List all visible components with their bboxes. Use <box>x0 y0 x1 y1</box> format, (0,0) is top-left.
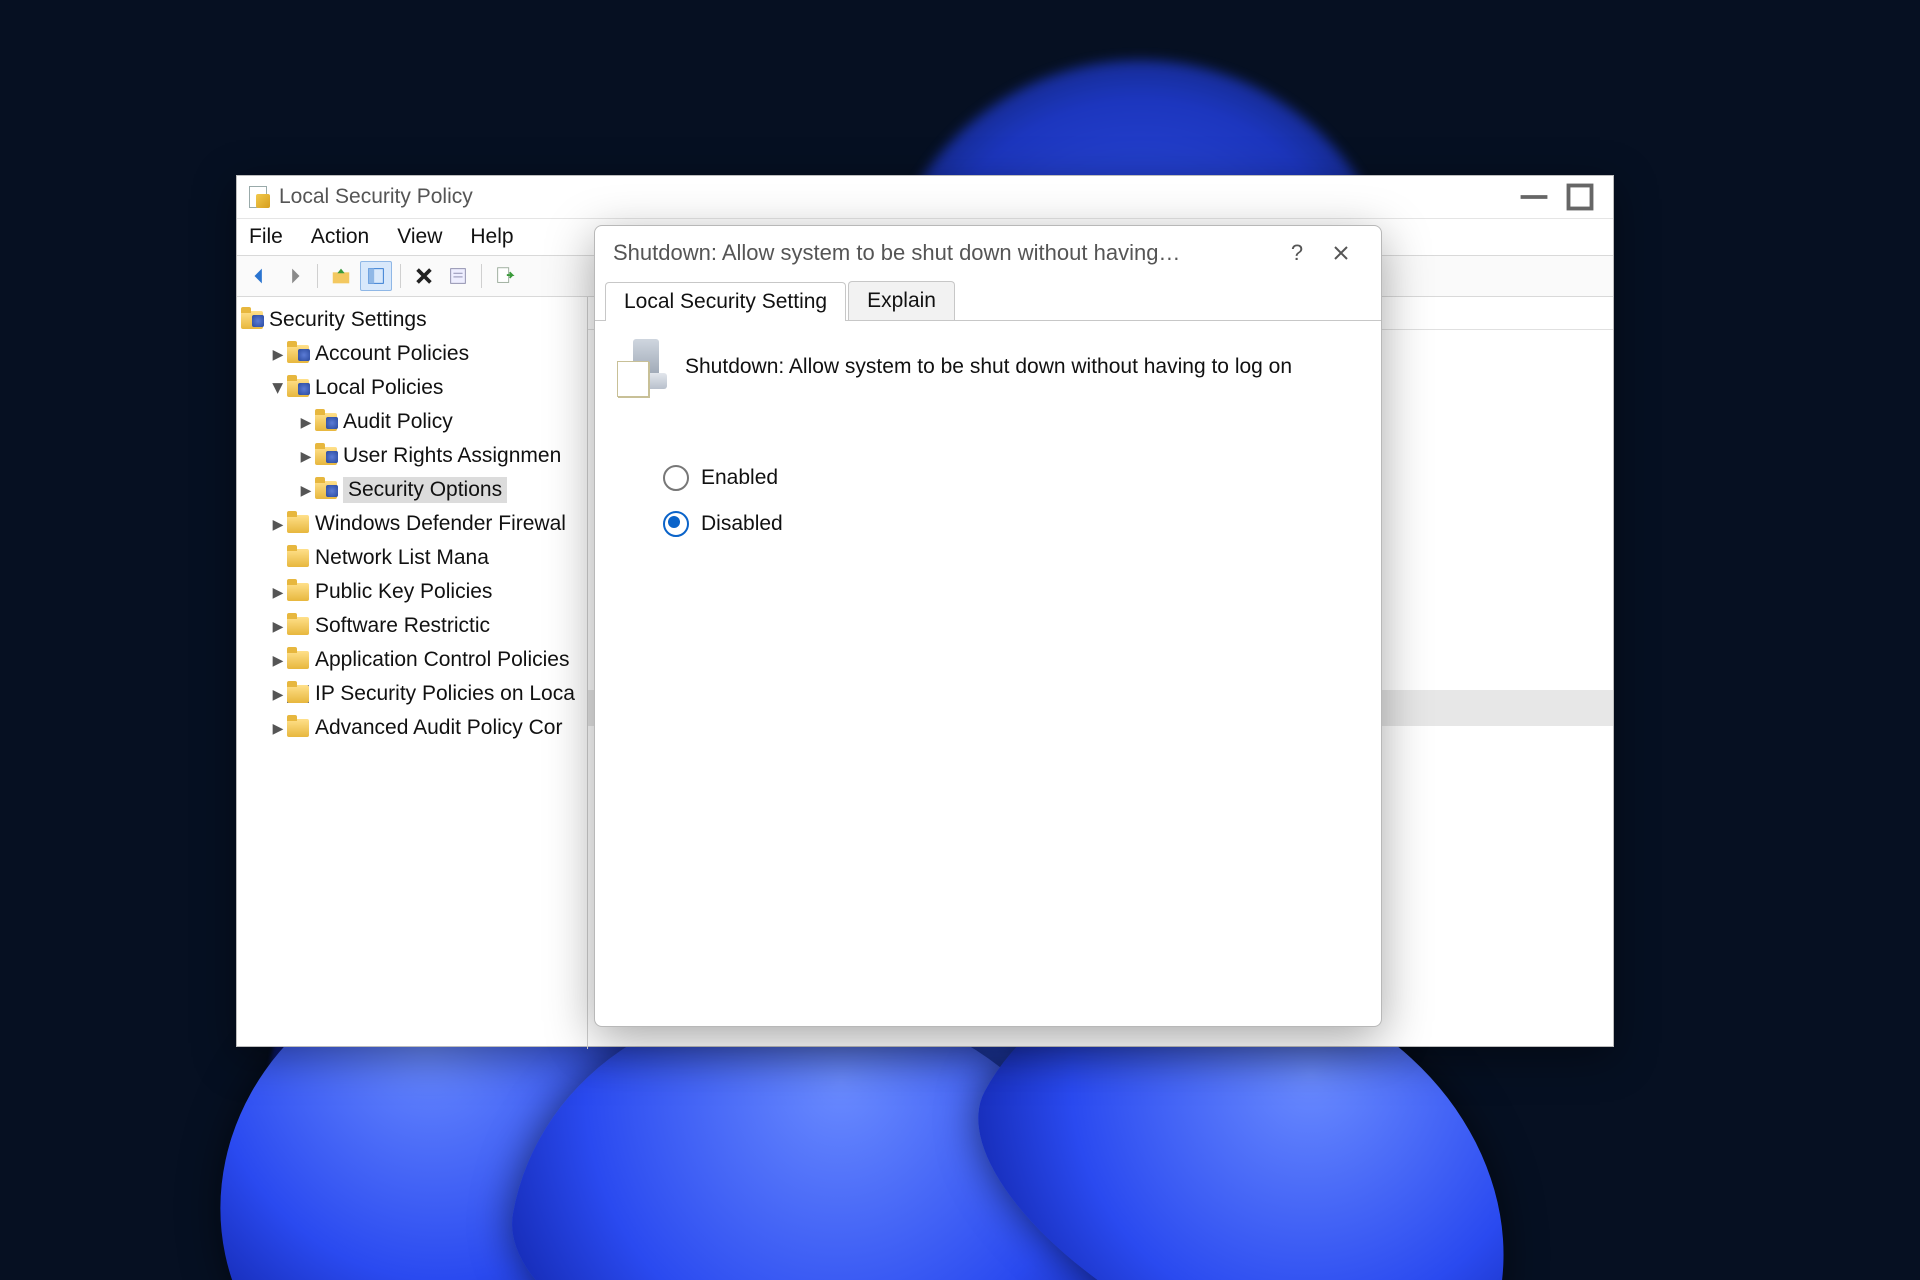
folder-icon <box>287 617 309 635</box>
tree-item-label: Account Policies <box>315 342 469 366</box>
menu-view[interactable]: View <box>397 225 442 249</box>
app-icon <box>247 186 269 208</box>
tree-item-label: Application Control Policies <box>315 648 569 672</box>
shield-folder-icon <box>315 447 337 465</box>
maximize-button[interactable] <box>1557 181 1603 213</box>
tree-item[interactable]: Public Key Policies <box>237 575 587 609</box>
tree-pane[interactable]: Security Settings Account Policies Local P… <box>237 297 588 1049</box>
tree-item-label: Local Policies <box>315 376 443 400</box>
help-button[interactable]: ? <box>1275 235 1319 271</box>
folder-icon <box>287 549 309 567</box>
tree-item-label: User Rights Assignmen <box>343 444 561 468</box>
delete-button[interactable] <box>409 262 439 290</box>
radio-label: Disabled <box>701 512 783 536</box>
shield-folder-icon <box>315 413 337 431</box>
policy-properties-dialog: Shutdown: Allow system to be shut down w… <box>594 225 1382 1027</box>
close-button[interactable] <box>1319 235 1363 271</box>
tree-item[interactable]: Security Options <box>237 473 587 507</box>
dialog-titlebar[interactable]: Shutdown: Allow system to be shut down w… <box>595 226 1381 280</box>
folder-icon <box>287 583 309 601</box>
back-button[interactable] <box>245 262 275 290</box>
expand-arrow-icon[interactable] <box>269 618 287 635</box>
tree-item-label: Software Restrictic <box>315 614 490 638</box>
tree-item[interactable]: Advanced Audit Policy Cor <box>237 711 587 745</box>
tree-item[interactable]: Audit Policy <box>237 405 587 439</box>
tree-root[interactable]: Security Settings <box>237 303 587 337</box>
expand-arrow-icon[interactable] <box>269 720 287 737</box>
dialog-title: Shutdown: Allow system to be shut down w… <box>613 240 1180 266</box>
tree-item-label: Network List Mana <box>315 546 489 570</box>
expand-arrow-icon[interactable] <box>269 652 287 669</box>
tree-item[interactable]: IP Security Policies on Loca <box>237 677 587 711</box>
titlebar[interactable]: Local Security Policy <box>237 176 1613 218</box>
folder-icon <box>287 515 309 533</box>
expand-arrow-icon[interactable] <box>269 380 287 397</box>
policy-name: Shutdown: Allow system to be shut down w… <box>685 355 1292 379</box>
export-button[interactable] <box>490 262 520 290</box>
tree-item[interactable]: Account Policies <box>237 337 587 371</box>
expand-arrow-icon[interactable] <box>269 516 287 533</box>
expand-arrow-icon[interactable] <box>269 346 287 363</box>
folder-icon <box>287 651 309 669</box>
tree-item-label: Advanced Audit Policy Cor <box>315 716 562 740</box>
radio-icon <box>663 465 689 491</box>
tree-item-label: Audit Policy <box>343 410 453 434</box>
tree-item[interactable]: User Rights Assignmen <box>237 439 587 473</box>
tree-item-label: Public Key Policies <box>315 580 492 604</box>
window-title: Local Security Policy <box>279 185 473 209</box>
tree-item-label: Security Options <box>343 477 507 503</box>
shield-folder-icon <box>287 345 309 363</box>
properties-button[interactable] <box>443 262 473 290</box>
tree-item[interactable]: Application Control Policies <box>237 643 587 677</box>
expand-arrow-icon[interactable] <box>269 686 287 703</box>
tab-local-security-setting[interactable]: Local Security Setting <box>605 282 846 321</box>
radio-disabled[interactable]: Disabled <box>663 501 1359 547</box>
menu-help[interactable]: Help <box>470 225 513 249</box>
expand-arrow-icon[interactable] <box>297 448 315 465</box>
radio-label: Enabled <box>701 466 778 490</box>
folder-icon <box>287 719 309 737</box>
tree-item[interactable]: Windows Defender Firewal <box>237 507 587 541</box>
tree-item-label: IP Security Policies on Loca <box>315 682 575 706</box>
minimize-button[interactable] <box>1511 181 1557 213</box>
tree-item[interactable]: Software Restrictic <box>237 609 587 643</box>
server-icon <box>617 339 667 395</box>
show-hide-tree-button[interactable] <box>360 261 392 291</box>
up-button[interactable] <box>326 262 356 290</box>
menu-file[interactable]: File <box>249 225 283 249</box>
shield-folder-icon <box>287 379 309 397</box>
expand-arrow-icon[interactable] <box>297 482 315 499</box>
tab-explain[interactable]: Explain <box>848 281 955 320</box>
forward-button[interactable] <box>279 262 309 290</box>
tab-body: Shutdown: Allow system to be shut down w… <box>595 320 1381 565</box>
radio-enabled[interactable]: Enabled <box>663 455 1359 501</box>
shield-folder-icon <box>315 481 337 499</box>
expand-arrow-icon[interactable] <box>297 414 315 431</box>
tree-item[interactable]: Network List Mana <box>237 541 587 575</box>
menu-action[interactable]: Action <box>311 225 369 249</box>
globe-folder-icon <box>287 685 309 703</box>
dialog-tabs: Local Security Setting Explain <box>595 280 1381 320</box>
expand-arrow-icon[interactable] <box>269 584 287 601</box>
tree-item-label: Windows Defender Firewal <box>315 512 566 536</box>
tree-item[interactable]: Local Policies <box>237 371 587 405</box>
radio-icon <box>663 511 689 537</box>
